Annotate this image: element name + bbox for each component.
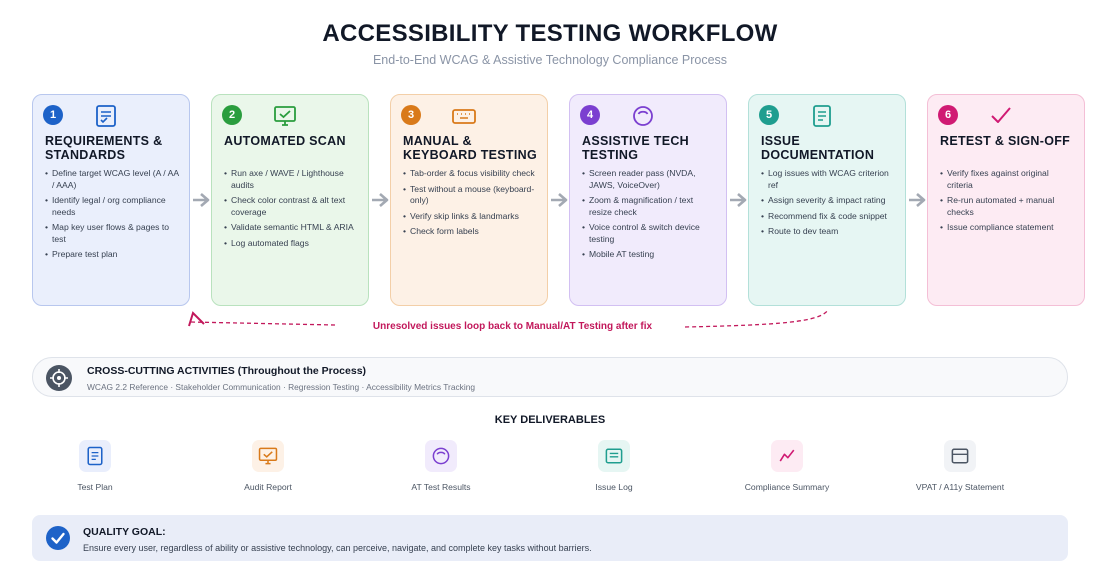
- quality-goal-text: Ensure every user, regardless of ability…: [83, 543, 592, 553]
- step-task-item: Recommend fix & code snippet: [761, 211, 897, 223]
- deliverable-compliance-summary: Compliance Summary: [717, 440, 857, 492]
- step-task-item: Define target WCAG level (A / AA / AAA): [45, 168, 181, 191]
- deliverable-test-plan: Test Plan: [25, 440, 165, 492]
- step-number-badge: 6: [938, 105, 958, 125]
- step-task-item: Mobile AT testing: [582, 249, 718, 261]
- step-number-badge: 2: [222, 105, 242, 125]
- step-task-list: Run axe / WAVE / Lighthouse audits Check …: [224, 168, 360, 253]
- list-icon: [598, 440, 630, 472]
- step-task-item: Validate semantic HTML & ARIA: [224, 222, 360, 234]
- step-card-retest-sign-off: 6 RETEST & SIGN-OFF Verify fixes against o…: [927, 94, 1085, 306]
- step-title: MANUAL & KEYBOARD TESTING: [403, 134, 537, 162]
- deliverable-label: Test Plan: [77, 482, 113, 492]
- deliverable-label: Issue Log: [595, 482, 633, 492]
- step-card-requirements-standards: 1 REQUIREMENTS & STANDARDS Define target W…: [32, 94, 190, 306]
- monitor-check-icon: [272, 103, 298, 129]
- page-title: ACCESSIBILITY TESTING WORKFLOW: [322, 20, 778, 47]
- monitor-check-icon: [252, 440, 284, 472]
- trend-icon: [771, 440, 803, 472]
- flow-arrow-icon: [550, 191, 570, 209]
- page-subtitle: End-to-End WCAG & Assistive Technology C…: [372, 53, 728, 67]
- step-task-list: Verify fixes against original criteria Re…: [940, 168, 1076, 238]
- step-task-item: Re-run automated + manual checks: [940, 195, 1076, 218]
- step-title: REQUIREMENTS & STANDARDS: [45, 134, 163, 162]
- checklist-icon: [93, 103, 119, 129]
- step-task-list: Define target WCAG level (A / AA / AAA) I…: [45, 168, 181, 265]
- checkmark-icon: [988, 103, 1014, 129]
- step-task-list: Screen reader pass (NVDA, JAWS, VoiceOve…: [582, 168, 718, 265]
- step-task-item: Check form labels: [403, 226, 539, 238]
- deliverable-label: Audit Report: [244, 482, 292, 492]
- step-task-list: Tab-order & focus visibility check Test w…: [403, 168, 539, 242]
- step-number-badge: 1: [43, 105, 63, 125]
- step-task-list: Log issues with WCAG criterion ref Assign…: [761, 168, 897, 242]
- accessibility-icon: [425, 440, 457, 472]
- deliverable-vpat-a11y-statement: VPAT / A11y Statement: [890, 440, 1030, 492]
- step-card-automated-scan: 2 AUTOMATED SCAN Run axe / WAVE / Lighthou…: [211, 94, 369, 306]
- step-task-item: Identify legal / org compliance needs: [45, 195, 181, 218]
- accessibility-icon: [630, 103, 656, 129]
- step-title: AUTOMATED SCAN: [224, 134, 346, 148]
- step-task-item: Test without a mouse (keyboard-only): [403, 184, 539, 207]
- keyboard-icon: [451, 103, 477, 129]
- target-icon: [46, 365, 72, 391]
- step-task-item: Log issues with WCAG criterion ref: [761, 168, 897, 191]
- step-number-badge: 4: [580, 105, 600, 125]
- flow-arrow-icon: [192, 191, 212, 209]
- cross-cutting-items: WCAG 2.2 Reference · Stakeholder Communi…: [87, 382, 476, 392]
- step-card-issue-documentation: 5 ISSUE DOCUMENTATION Log issues with WCAG…: [748, 94, 906, 306]
- step-task-item: Voice control & switch device testing: [582, 222, 718, 245]
- cross-cutting-panel: CROSS-CUTTING ACTIVITIES (Throughout the…: [32, 357, 1068, 397]
- flow-arrow-icon: [729, 191, 749, 209]
- deliverable-audit-report: Audit Report: [198, 440, 338, 492]
- deliverable-label: Compliance Summary: [744, 482, 830, 492]
- step-task-item: Screen reader pass (NVDA, JAWS, VoiceOve…: [582, 168, 718, 191]
- step-title: ISSUE DOCUMENTATION: [761, 134, 875, 162]
- document-icon: [809, 103, 835, 129]
- deliverable-at-test-results: AT Test Results: [371, 440, 511, 492]
- step-card-manual-keyboard-testing: 3 MANUAL & KEYBOARD TESTING Tab-order & fo…: [390, 94, 548, 306]
- step-task-item: Prepare test plan: [45, 249, 181, 261]
- flow-arrow-icon: [908, 191, 928, 209]
- loop-label: Unresolved issues loop back to Manual/AT…: [372, 321, 653, 332]
- step-task-item: Route to dev team: [761, 226, 897, 238]
- step-task-item: Zoom & magnification / text resize check: [582, 195, 718, 218]
- step-task-item: Verify skip links & landmarks: [403, 211, 539, 223]
- flow-arrow-icon: [371, 191, 391, 209]
- quality-goal-panel: QUALITY GOAL: Ensure every user, regardl…: [32, 515, 1068, 561]
- step-task-item: Run axe / WAVE / Lighthouse audits: [224, 168, 360, 191]
- step-card-assistive-tech-testing: 4 ASSISTIVE TECH TESTING Screen reader pas…: [569, 94, 727, 306]
- cross-cutting-title: CROSS-CUTTING ACTIVITIES (Throughout the…: [87, 365, 367, 377]
- step-task-item: Verify fixes against original criteria: [940, 168, 1076, 191]
- check-circle-icon: [46, 526, 70, 550]
- step-number-badge: 5: [759, 105, 779, 125]
- step-title: ASSISTIVE TECH TESTING: [582, 134, 689, 162]
- loop-back-arrow: [188, 309, 829, 328]
- step-task-item: Tab-order & focus visibility check: [403, 168, 539, 180]
- step-task-item: Map key user flows & pages to test: [45, 222, 181, 245]
- step-number-badge: 3: [401, 105, 421, 125]
- step-title: RETEST & SIGN-OFF: [940, 134, 1071, 148]
- step-task-item: Check color contrast & alt text coverage: [224, 195, 360, 218]
- document-icon: [79, 440, 111, 472]
- deliverables-title: KEY DELIVERABLES: [494, 414, 606, 426]
- step-task-item: Issue compliance statement: [940, 222, 1076, 234]
- deliverable-label: VPAT / A11y Statement: [915, 482, 1005, 492]
- quality-goal-title: QUALITY GOAL:: [83, 526, 166, 538]
- step-task-item: Assign severity & impact rating: [761, 195, 897, 207]
- deliverable-issue-log: Issue Log: [544, 440, 684, 492]
- step-task-item: Log automated flags: [224, 238, 360, 250]
- deliverable-label: AT Test Results: [411, 482, 471, 492]
- window-icon: [944, 440, 976, 472]
